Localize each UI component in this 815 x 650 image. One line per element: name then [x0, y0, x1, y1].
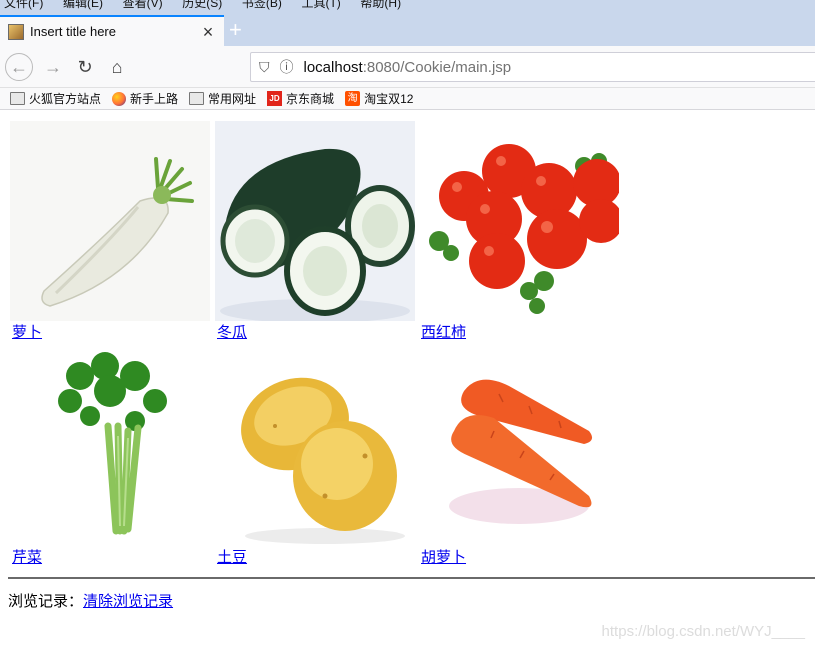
- reload-icon[interactable]: ↻: [71, 53, 99, 81]
- menu-tools[interactable]: 工具(T): [297, 0, 340, 10]
- product-link-radish[interactable]: 萝卜: [10, 322, 210, 343]
- watermark: https://blog.csdn.net/WYJ____: [601, 623, 805, 640]
- product-item: 胡萝卜: [419, 346, 619, 568]
- bookmark-common-sites[interactable]: 常用网址: [189, 90, 256, 107]
- carrot-image[interactable]: [419, 346, 619, 546]
- tab-title: Insert title here: [30, 24, 116, 39]
- shield-icon[interactable]: ⛉: [259, 59, 270, 76]
- bookmarks-bar: 火狐官方站点 新手上路 常用网址 JD 京东商城 淘 淘宝双12: [0, 88, 815, 110]
- menu-view[interactable]: 查看(V): [119, 0, 163, 10]
- tomato-image[interactable]: [419, 121, 619, 321]
- divider: [8, 577, 815, 579]
- menu-history[interactable]: 历史(S): [178, 0, 222, 10]
- potato-image[interactable]: [215, 346, 415, 546]
- product-item: 西红柿: [419, 121, 619, 343]
- new-tab-button[interactable]: +: [229, 19, 242, 41]
- bookmark-label: 新手上路: [130, 92, 179, 106]
- bookmark-label: 常用网址: [208, 92, 257, 106]
- forward-arrow-icon[interactable]: →: [39, 53, 67, 81]
- bookmark-label: 火狐官方站点: [29, 92, 102, 106]
- bookmark-label: 京东商城: [286, 92, 335, 106]
- product-link-potato[interactable]: 土豆: [215, 547, 415, 568]
- menu-file[interactable]: 文件(F): [0, 0, 43, 10]
- browse-history: 浏览记录：清除浏览记录: [8, 590, 173, 611]
- back-arrow-icon[interactable]: ←: [5, 53, 33, 81]
- info-icon[interactable]: ⓘ: [280, 57, 294, 77]
- menu-bookmarks[interactable]: 书签(B): [238, 0, 282, 10]
- firefox-icon: [112, 91, 127, 106]
- radish-image[interactable]: [10, 121, 210, 321]
- menu-help[interactable]: 帮助(H): [356, 0, 401, 10]
- menu-edit[interactable]: 编辑(E): [59, 0, 103, 10]
- product-link-carrot[interactable]: 胡萝卜: [419, 547, 619, 568]
- product-item: 土豆: [215, 346, 415, 568]
- url-path: :8080/Cookie/main.jsp: [362, 58, 512, 76]
- url-bar[interactable]: ⛉ ⓘ localhost :8080/Cookie/main.jsp: [250, 52, 815, 82]
- taobao-logo-icon: 淘: [345, 91, 361, 106]
- product-link-winter-melon[interactable]: 冬瓜: [215, 322, 415, 343]
- product-item: 萝卜: [10, 121, 210, 343]
- nav-bar: ← → ↻ ⌂ ⛉ ⓘ localhost :8080/Cookie/main.…: [0, 46, 815, 88]
- product-link-celery[interactable]: 芹菜: [10, 547, 210, 568]
- history-label: 浏览记录：: [8, 593, 84, 610]
- bookmark-jd[interactable]: JD 京东商城: [267, 90, 334, 107]
- bookmark-firefox-official[interactable]: 火狐官方站点: [10, 90, 101, 107]
- folder-icon: [10, 92, 25, 105]
- home-icon[interactable]: ⌂: [103, 53, 131, 81]
- page-content: 萝卜 冬瓜 西红柿 芹菜 土豆 胡萝卜 浏览记录：清除浏览记录 https://…: [0, 111, 815, 650]
- close-icon[interactable]: ×: [200, 23, 216, 41]
- menu-bar: 文件(F) 编辑(E) 查看(V) 历史(S) 书签(B) 工具(T) 帮助(H…: [0, 0, 815, 10]
- url-host: localhost: [303, 58, 363, 76]
- bookmark-getting-started[interactable]: 新手上路: [112, 90, 178, 107]
- clear-history-link[interactable]: 清除浏览记录: [83, 593, 173, 610]
- winter-melon-image[interactable]: [215, 121, 415, 321]
- celery-image[interactable]: [10, 346, 210, 546]
- jd-logo-icon: JD: [267, 91, 283, 106]
- tab-strip: Insert title here × +: [0, 10, 815, 46]
- browser-tab[interactable]: Insert title here ×: [0, 15, 224, 46]
- product-link-tomato[interactable]: 西红柿: [419, 322, 619, 343]
- bookmark-taobao[interactable]: 淘 淘宝双12: [345, 90, 413, 107]
- bookmark-label: 淘宝双12: [364, 92, 414, 106]
- product-item: 冬瓜: [215, 121, 415, 343]
- folder-icon: [189, 92, 205, 105]
- page-favicon-icon: [8, 23, 24, 40]
- product-item: 芹菜: [10, 346, 210, 568]
